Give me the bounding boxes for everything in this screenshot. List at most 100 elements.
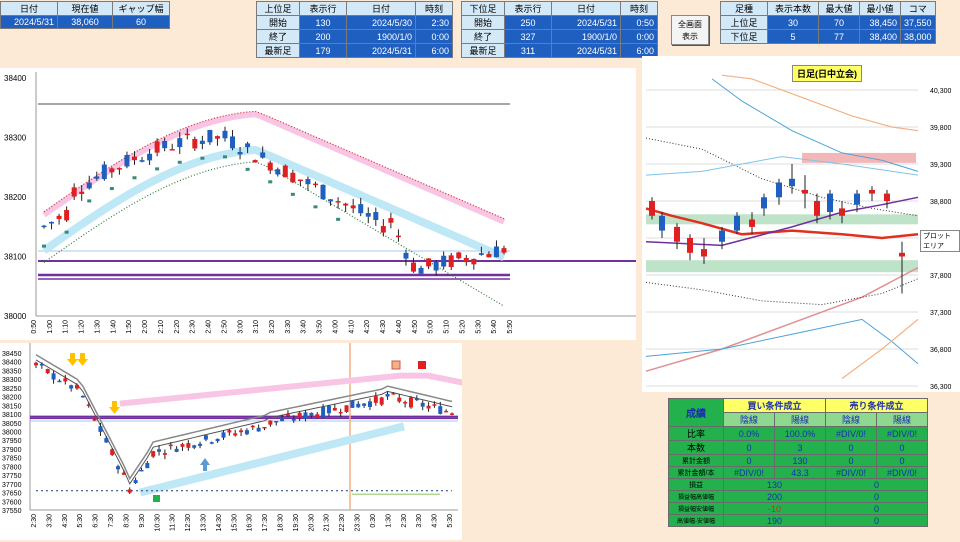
y-tick-label: 38200 — [2, 395, 22, 402]
lower-end-date[interactable]: 1900/1/0 — [551, 29, 621, 44]
fullscreen-button-line2: 表示 — [682, 32, 698, 41]
upper-start-row[interactable]: 130 — [299, 15, 347, 30]
x-tick-label: 5:30 — [447, 514, 454, 528]
lower-latest-row[interactable]: 311 — [504, 43, 552, 58]
candle-body — [145, 463, 150, 469]
y-tick-label: 37,800 — [930, 273, 952, 280]
upper-candle-chart: 38400 38300 38200 38100 38000 0:50 1:00 1:10 1:2… — [0, 68, 636, 340]
upper-header-1: 表示行 — [299, 1, 347, 16]
y-tick-label: 39,300 — [930, 162, 952, 169]
ma-dotted — [645, 137, 919, 217]
x-tick-label: 4:30 — [380, 320, 387, 334]
buy-header: 買い条件成立 — [723, 398, 826, 413]
candle-body — [63, 378, 68, 382]
candle-body — [414, 398, 419, 401]
daily-candle-body — [839, 208, 845, 216]
lower-latest-date[interactable]: 2024/5/31 — [551, 43, 621, 58]
results-row-label: 累計金額 — [668, 454, 724, 467]
x-tick-label: 4:00 — [332, 320, 339, 334]
bar-lower-min: 38,000 — [900, 29, 936, 44]
candle-body — [214, 136, 220, 139]
lower-start-time[interactable]: 0:50 — [620, 15, 658, 30]
bar-upper-count[interactable]: 30 — [767, 15, 819, 30]
bar-header-0: 足種 — [720, 1, 768, 16]
candle-body — [297, 179, 303, 182]
candle-body — [139, 469, 144, 472]
candle-body — [101, 164, 107, 180]
candle-body — [291, 419, 296, 421]
bar-upper-min: 37,550 — [900, 15, 936, 30]
x-tick-label: 8:30 — [123, 514, 130, 528]
results-cell: 100.0% — [774, 426, 826, 441]
x-tick-label: 23:30 — [355, 514, 362, 532]
upper-end-time[interactable]: 0:00 — [415, 29, 453, 44]
candle-body — [104, 438, 109, 443]
daily-candle-body — [776, 182, 782, 198]
y-tick-label: 38300 — [2, 377, 22, 384]
candle-body — [192, 445, 197, 448]
x-tick-label: 4:20 — [364, 320, 371, 334]
summary-header-price: 現在値 — [57, 1, 113, 16]
lower-start-row[interactable]: 250 — [504, 15, 552, 30]
candle-body — [267, 162, 273, 171]
upper-latest-date[interactable]: 2024/5/31 — [346, 43, 416, 58]
x-tick-label: 2:30 — [190, 320, 197, 334]
upper-start-time[interactable]: 2:30 — [415, 15, 453, 30]
candle-body — [180, 444, 185, 447]
bar-lower-display[interactable]: 77 — [818, 29, 860, 44]
results-cell: 0 — [723, 454, 775, 467]
signal-marker — [109, 187, 114, 191]
results-cell: #DIV/0! — [723, 466, 775, 479]
bar-upper-display[interactable]: 70 — [818, 15, 860, 30]
summary-header-date: 日付 — [0, 1, 58, 16]
upper-end-date[interactable]: 1900/1/0 — [346, 29, 416, 44]
lower-end-row[interactable]: 327 — [504, 29, 552, 44]
x-tick-label: 5:10 — [444, 320, 451, 334]
candle-body — [367, 401, 372, 407]
plot-area-tooltip: プロットエリア — [920, 230, 960, 252]
daily-candle-body — [884, 193, 890, 201]
candle-body — [64, 210, 70, 221]
results-cell: 0 — [825, 440, 877, 455]
lower-end-time[interactable]: 0:00 — [620, 29, 658, 44]
candle-body — [75, 384, 80, 389]
upper-latest-row[interactable]: 179 — [299, 43, 347, 58]
plus-marker-icon — [153, 495, 160, 502]
fullscreen-button[interactable]: 全画面 表示 — [671, 15, 709, 45]
y-tick-label: 37600 — [2, 499, 22, 506]
bar-header-2: 最大値 — [818, 1, 860, 16]
candle-body — [86, 182, 92, 189]
daily-candle-body — [749, 219, 755, 227]
candle-body — [147, 153, 153, 161]
x-tick-label: 7:30 — [108, 514, 115, 528]
candle-body — [388, 218, 394, 223]
candle-body — [321, 406, 326, 417]
x-tick-label: 1:30 — [385, 514, 392, 528]
x-tick-label: 3:30 — [46, 514, 53, 528]
candle-body — [350, 400, 355, 408]
upper-end-row[interactable]: 200 — [299, 29, 347, 44]
sell-header: 売り条件成立 — [825, 398, 928, 413]
x-tick-label: 4:50 — [412, 320, 419, 334]
totals-label: 損益幅安値幅 — [668, 502, 724, 515]
totals-buy: 130 — [723, 478, 826, 491]
x-tick-label: 3:10 — [253, 320, 260, 334]
candle-body — [45, 369, 50, 374]
x-tick-label: 5:40 — [491, 320, 498, 334]
lower-start-date[interactable]: 2024/5/31 — [551, 15, 621, 30]
bar-lower-count[interactable]: 5 — [767, 29, 819, 44]
candle-body — [51, 373, 56, 380]
x-tick-label: 2:10 — [158, 320, 165, 334]
candle-body — [245, 143, 251, 148]
candle-body — [116, 466, 121, 470]
y-tick-label: 37950 — [2, 438, 22, 445]
signal-marker — [268, 180, 273, 184]
candle-body — [438, 406, 443, 414]
candle-body — [280, 418, 285, 422]
upper-start-date[interactable]: 2024/5/30 — [346, 15, 416, 30]
candle-body — [109, 168, 115, 173]
upper-latest-time[interactable]: 6:00 — [415, 43, 453, 58]
bar-lower-max: 38,400 — [859, 29, 901, 44]
x-tick-label: 3:40 — [301, 320, 308, 334]
candle-body — [79, 191, 85, 194]
